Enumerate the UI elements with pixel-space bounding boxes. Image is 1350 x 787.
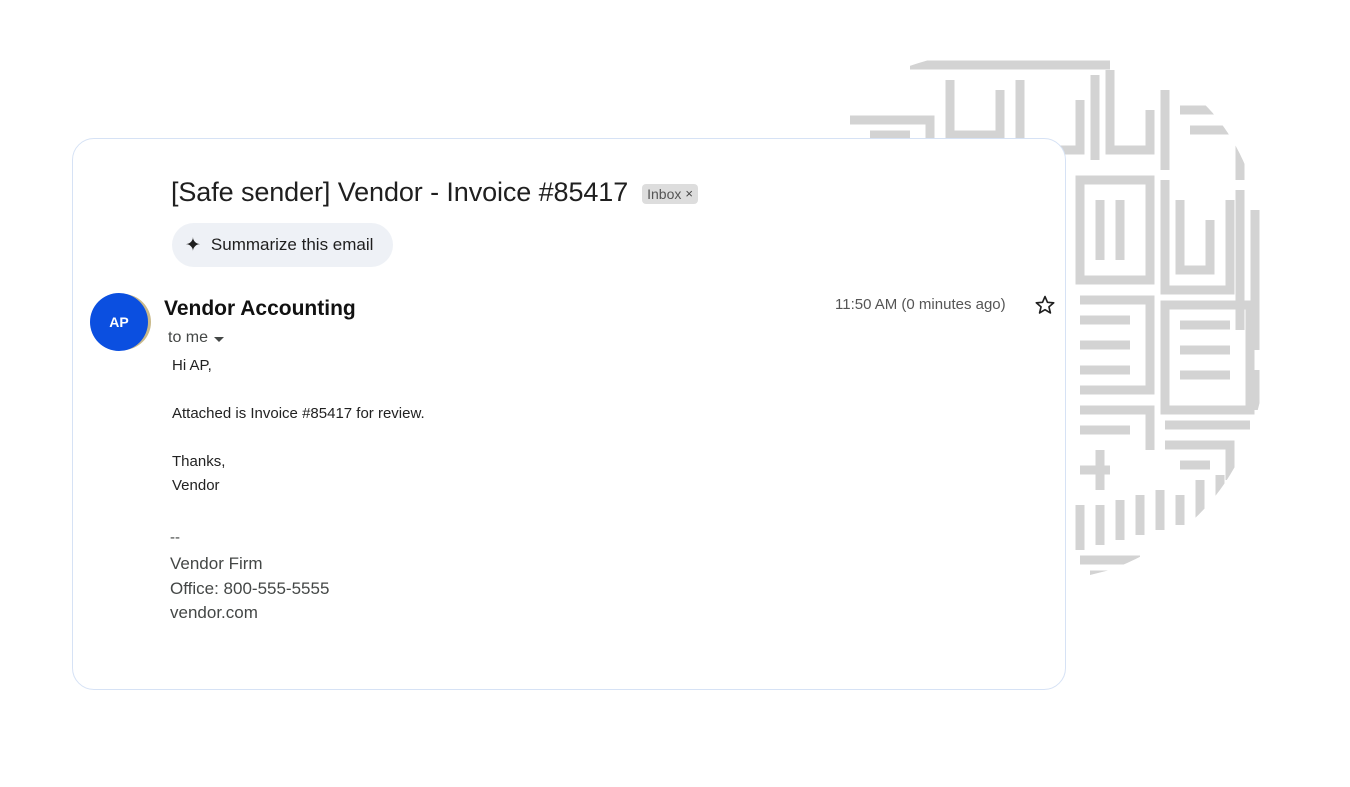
avatar[interactable]: AP	[90, 293, 148, 351]
signature-phone: Office: 800-555-5555	[170, 579, 330, 598]
subject-row: [Safe sender] Vendor - Invoice #85417 In…	[171, 177, 698, 208]
signature-website[interactable]: vendor.com	[170, 603, 258, 623]
email-greeting: Hi AP,	[172, 357, 212, 374]
close-icon[interactable]: ×	[685, 186, 693, 201]
chevron-down-icon	[214, 336, 225, 342]
inbox-label-text: Inbox	[647, 185, 682, 202]
email-timestamp: 11:50 AM (0 minutes ago)	[835, 296, 1006, 313]
recipient-details-toggle[interactable]: to me	[168, 329, 225, 347]
summarize-label: Summarize this email	[210, 235, 374, 254]
sender-name: Vendor Accounting	[164, 297, 356, 320]
inbox-label-chip[interactable]: Inbox ×	[642, 183, 698, 204]
email-card: [Safe sender] Vendor - Invoice #85417 In…	[72, 138, 1066, 690]
email-body-line: Attached is Invoice #85417 for review.	[172, 405, 425, 422]
summarize-email-button[interactable]: ✦ Summarize this email	[172, 223, 394, 267]
star-icon[interactable]	[1034, 294, 1056, 316]
signature-separator: --	[170, 529, 180, 546]
email-subject: [Safe sender] Vendor - Invoice #85417	[171, 177, 629, 207]
recipient-label: to me	[168, 329, 209, 346]
email-closing: Thanks,	[172, 453, 226, 470]
email-stage: [Safe sender] Vendor - Invoice #85417 In…	[0, 0, 1350, 787]
signature-company: Vendor Firm	[170, 554, 263, 573]
sparkle-icon: ✦	[185, 234, 201, 256]
email-closing-name: Vendor	[172, 477, 220, 494]
